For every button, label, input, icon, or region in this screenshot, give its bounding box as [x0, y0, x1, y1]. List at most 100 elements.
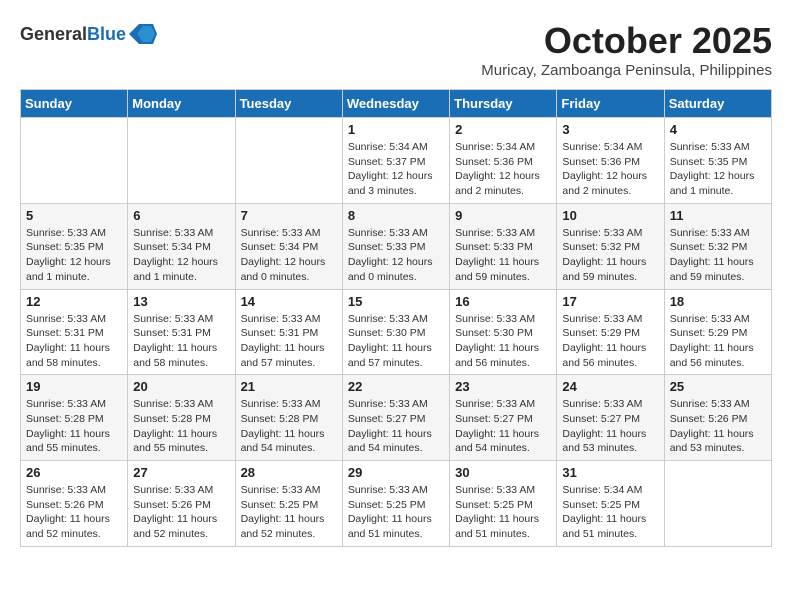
day-number: 30 [455, 465, 551, 480]
cell-content: Sunrise: 5:34 AM Sunset: 5:37 PM Dayligh… [348, 140, 444, 199]
calendar-cell: 19Sunrise: 5:33 AM Sunset: 5:28 PM Dayli… [21, 375, 128, 461]
calendar-cell: 12Sunrise: 5:33 AM Sunset: 5:31 PM Dayli… [21, 289, 128, 375]
header-day-sunday: Sunday [21, 90, 128, 118]
day-number: 12 [26, 294, 122, 309]
day-number: 28 [241, 465, 337, 480]
header-day-wednesday: Wednesday [342, 90, 449, 118]
calendar-cell: 6Sunrise: 5:33 AM Sunset: 5:34 PM Daylig… [128, 203, 235, 289]
cell-content: Sunrise: 5:33 AM Sunset: 5:33 PM Dayligh… [455, 226, 551, 285]
week-row-2: 5Sunrise: 5:33 AM Sunset: 5:35 PM Daylig… [21, 203, 772, 289]
calendar-cell: 29Sunrise: 5:33 AM Sunset: 5:25 PM Dayli… [342, 461, 449, 547]
day-number: 7 [241, 208, 337, 223]
calendar-cell: 31 Sunrise: 5:34 AM Sunset: 5:25 PM Dayli… [557, 461, 664, 547]
calendar-cell: 9 Sunrise: 5:33 AM Sunset: 5:33 PM Daylig… [450, 203, 557, 289]
day-number: 27 [133, 465, 229, 480]
location-title: Muricay, Zamboanga Peninsula, Philippine… [481, 62, 772, 79]
calendar-cell: 26 Sunrise: 5:33 AM Sunset: 5:26 PM Dayli… [21, 461, 128, 547]
logo-icon [129, 20, 157, 48]
week-row-3: 12 Sunrise: 5:33 AM Sunset: 5:31 PM Dayli… [21, 289, 772, 375]
cell-content: Sunrise: 5:33 AM Sunset: 5:30 PM Dayligh… [455, 312, 551, 371]
calendar-cell: 10Sunrise: 5:33 AM Sunset: 5:32 PM Dayli… [557, 203, 664, 289]
cell-content: Sunrise: 5:33 AM Sunset: 5:26 PM Dayligh… [670, 397, 766, 456]
logo-blue: Blue [87, 24, 126, 44]
calendar-cell [21, 118, 128, 204]
day-number: 24 [562, 379, 658, 394]
calendar-cell: 28Sunrise: 5:33 AM Sunset: 5:25 PM Dayli… [235, 461, 342, 547]
cell-content: Sunrise: 5:33 AM Sunset: 5:25 PM Dayligh… [455, 483, 551, 542]
calendar-cell [235, 118, 342, 204]
cell-content: Sunrise: 5:33 AM Sunset: 5:26 PM Dayligh… [133, 483, 229, 542]
day-number: 31 [562, 465, 658, 480]
cell-content: Sunrise: 5:33 AM Sunset: 5:28 PM Dayligh… [241, 397, 337, 456]
day-number: 3 [562, 122, 658, 137]
calendar-cell: 17 Sunrise: 5:33 AM Sunset: 5:29 PM Dayli… [557, 289, 664, 375]
cell-content: Sunrise: 5:33 AM Sunset: 5:28 PM Dayligh… [26, 397, 122, 456]
calendar-cell: 2 Sunrise: 5:34 AM Sunset: 5:36 PM Daylig… [450, 118, 557, 204]
cell-content: Sunrise: 5:33 AM Sunset: 5:27 PM Dayligh… [562, 397, 658, 456]
month-title: October 2025 [481, 20, 772, 62]
header-day-monday: Monday [128, 90, 235, 118]
header-day-saturday: Saturday [664, 90, 771, 118]
calendar-table: SundayMondayTuesdayWednesdayThursdayFrid… [20, 89, 772, 547]
day-number: 6 [133, 208, 229, 223]
calendar-cell: 21 Sunrise: 5:33 AM Sunset: 5:28 PM Dayli… [235, 375, 342, 461]
header-day-tuesday: Tuesday [235, 90, 342, 118]
calendar-cell: 20Sunrise: 5:33 AM Sunset: 5:28 PM Dayli… [128, 375, 235, 461]
cell-content: Sunrise: 5:33 AM Sunset: 5:28 PM Dayligh… [133, 397, 229, 456]
day-number: 11 [670, 208, 766, 223]
cell-content: Sunrise: 5:34 AM Sunset: 5:36 PM Dayligh… [562, 140, 658, 199]
calendar-cell [128, 118, 235, 204]
week-row-1: 1 Sunrise: 5:34 AM Sunset: 5:37 PM Daylig… [21, 118, 772, 204]
title-section: October 2025 Muricay, Zamboanga Peninsul… [481, 20, 772, 79]
day-number: 13 [133, 294, 229, 309]
calendar-cell: 30 Sunrise: 5:33 AM Sunset: 5:25 PM Dayli… [450, 461, 557, 547]
day-number: 25 [670, 379, 766, 394]
day-number: 17 [562, 294, 658, 309]
page-header: GeneralBlue October 2025 Muricay, Zamboa… [20, 20, 772, 79]
day-number: 8 [348, 208, 444, 223]
day-number: 2 [455, 122, 551, 137]
cell-content: Sunrise: 5:33 AM Sunset: 5:35 PM Dayligh… [26, 226, 122, 285]
cell-content: Sunrise: 5:33 AM Sunset: 5:26 PM Dayligh… [26, 483, 122, 542]
cell-content: Sunrise: 5:33 AM Sunset: 5:31 PM Dayligh… [133, 312, 229, 371]
calendar-cell: 8 Sunrise: 5:33 AM Sunset: 5:33 PM Daylig… [342, 203, 449, 289]
day-number: 22 [348, 379, 444, 394]
day-number: 21 [241, 379, 337, 394]
day-number: 10 [562, 208, 658, 223]
header-row: SundayMondayTuesdayWednesdayThursdayFrid… [21, 90, 772, 118]
cell-content: Sunrise: 5:33 AM Sunset: 5:31 PM Dayligh… [241, 312, 337, 371]
cell-content: Sunrise: 5:33 AM Sunset: 5:29 PM Dayligh… [562, 312, 658, 371]
calendar-cell: 27 Sunrise: 5:33 AM Sunset: 5:26 PM Dayli… [128, 461, 235, 547]
calendar-cell: 13 Sunrise: 5:33 AM Sunset: 5:31 PM Dayli… [128, 289, 235, 375]
day-number: 1 [348, 122, 444, 137]
cell-content: Sunrise: 5:33 AM Sunset: 5:27 PM Dayligh… [348, 397, 444, 456]
cell-content: Sunrise: 5:34 AM Sunset: 5:36 PM Dayligh… [455, 140, 551, 199]
cell-content: Sunrise: 5:33 AM Sunset: 5:33 PM Dayligh… [348, 226, 444, 285]
calendar-cell: 14Sunrise: 5:33 AM Sunset: 5:31 PM Dayli… [235, 289, 342, 375]
cell-content: Sunrise: 5:33 AM Sunset: 5:27 PM Dayligh… [455, 397, 551, 456]
calendar-cell: 7 Sunrise: 5:33 AM Sunset: 5:34 PM Daylig… [235, 203, 342, 289]
cell-content: Sunrise: 5:33 AM Sunset: 5:34 PM Dayligh… [241, 226, 337, 285]
day-number: 23 [455, 379, 551, 394]
day-number: 26 [26, 465, 122, 480]
calendar-cell: 23 Sunrise: 5:33 AM Sunset: 5:27 PM Dayli… [450, 375, 557, 461]
calendar-cell: 3 Sunrise: 5:34 AM Sunset: 5:36 PM Daylig… [557, 118, 664, 204]
day-number: 29 [348, 465, 444, 480]
calendar-cell: 24 Sunrise: 5:33 AM Sunset: 5:27 PM Dayli… [557, 375, 664, 461]
cell-content: Sunrise: 5:33 AM Sunset: 5:32 PM Dayligh… [670, 226, 766, 285]
calendar-cell: 25 Sunrise: 5:33 AM Sunset: 5:26 PM Dayli… [664, 375, 771, 461]
calendar-cell: 16Sunrise: 5:33 AM Sunset: 5:30 PM Dayli… [450, 289, 557, 375]
cell-content: Sunrise: 5:33 AM Sunset: 5:29 PM Dayligh… [670, 312, 766, 371]
cell-content: Sunrise: 5:34 AM Sunset: 5:25 PM Dayligh… [562, 483, 658, 542]
calendar-cell: 18Sunrise: 5:33 AM Sunset: 5:29 PM Dayli… [664, 289, 771, 375]
week-row-4: 19Sunrise: 5:33 AM Sunset: 5:28 PM Dayli… [21, 375, 772, 461]
cell-content: Sunrise: 5:33 AM Sunset: 5:30 PM Dayligh… [348, 312, 444, 371]
calendar-cell [664, 461, 771, 547]
calendar-cell: 1 Sunrise: 5:34 AM Sunset: 5:37 PM Daylig… [342, 118, 449, 204]
day-number: 9 [455, 208, 551, 223]
calendar-cell: 4Sunrise: 5:33 AM Sunset: 5:35 PM Daylig… [664, 118, 771, 204]
header-day-friday: Friday [557, 90, 664, 118]
calendar-cell: 11 Sunrise: 5:33 AM Sunset: 5:32 PM Dayli… [664, 203, 771, 289]
calendar-cell: 5Sunrise: 5:33 AM Sunset: 5:35 PM Daylig… [21, 203, 128, 289]
day-number: 4 [670, 122, 766, 137]
